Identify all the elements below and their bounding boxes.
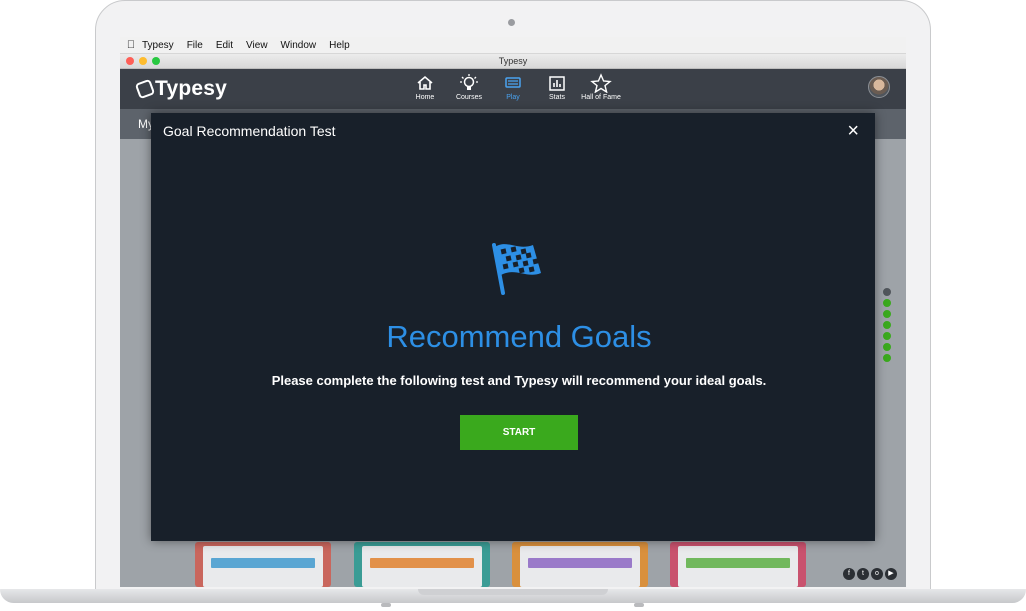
scroll-dot[interactable] xyxy=(883,288,891,296)
menu-typesy[interactable]: Typesy xyxy=(142,40,174,51)
facebook-icon[interactable]: f xyxy=(843,568,855,580)
screen:  Typesy File Edit View Window Help Type… xyxy=(120,37,906,587)
start-button[interactable]: START xyxy=(460,415,578,450)
close-window-button[interactable] xyxy=(126,57,134,65)
youtube-icon[interactable]: ▶ xyxy=(885,568,897,580)
menu-help[interactable]: Help xyxy=(329,40,350,51)
keyboard-thumbnail xyxy=(362,546,482,587)
keyboard-thumbnail xyxy=(520,546,640,587)
stats-icon xyxy=(549,76,565,91)
mac-menubar:  Typesy File Edit View Window Help xyxy=(120,37,906,54)
typesy-logo[interactable]: Typesy xyxy=(134,77,227,101)
avatar[interactable] xyxy=(868,76,890,98)
nav-stats[interactable]: Stats xyxy=(547,73,567,101)
minimize-window-button[interactable] xyxy=(139,57,147,65)
keyboard-thumbnail xyxy=(678,546,798,587)
menu-view[interactable]: View xyxy=(246,40,268,51)
laptop-notch xyxy=(418,589,608,595)
scroll-dot[interactable] xyxy=(883,354,891,362)
apple-icon[interactable]:  xyxy=(120,39,142,51)
scroll-dot[interactable] xyxy=(883,310,891,318)
game-card[interactable] xyxy=(354,542,490,587)
menu-edit[interactable]: Edit xyxy=(216,40,233,51)
camera xyxy=(508,19,515,26)
twitter-icon[interactable]: t xyxy=(857,568,869,580)
logo-icon xyxy=(134,78,156,100)
laptop-foot xyxy=(634,603,644,607)
keyboard-icon xyxy=(505,77,521,88)
window-title: Typesy xyxy=(498,56,528,66)
app-navbar: Typesy Home Courses Play Stats Hall of F… xyxy=(120,69,906,109)
window-titlebar: Typesy xyxy=(120,54,906,69)
nav-home[interactable]: Home xyxy=(415,73,435,101)
game-card[interactable] xyxy=(512,542,648,587)
laptop-foot xyxy=(381,603,391,607)
instagram-icon[interactable]: o xyxy=(871,568,883,580)
goal-recommendation-modal: Goal Recommendation Test × Recommend Goa… xyxy=(151,113,875,541)
game-card[interactable] xyxy=(195,542,331,587)
lightbulb-icon xyxy=(460,74,478,90)
nav-hall-of-fame[interactable]: Hall of Fame xyxy=(581,73,621,101)
menu-window[interactable]: Window xyxy=(281,40,317,51)
game-card[interactable] xyxy=(670,542,806,587)
menu-file[interactable]: File xyxy=(187,40,203,51)
zoom-window-button[interactable] xyxy=(152,57,160,65)
close-modal-button[interactable]: × xyxy=(847,120,859,143)
nav-courses[interactable]: Courses xyxy=(455,73,483,101)
star-icon xyxy=(590,73,612,93)
modal-headline: Recommend Goals xyxy=(386,319,652,354)
modal-description: Please complete the following test and T… xyxy=(271,373,767,388)
modal-title: Goal Recommendation Test xyxy=(163,123,336,139)
nav-play[interactable]: Play xyxy=(503,73,523,101)
scroll-dot[interactable] xyxy=(883,299,891,307)
home-icon xyxy=(417,75,433,90)
checkered-flag-icon xyxy=(492,243,541,295)
keyboard-thumbnail xyxy=(203,546,323,587)
